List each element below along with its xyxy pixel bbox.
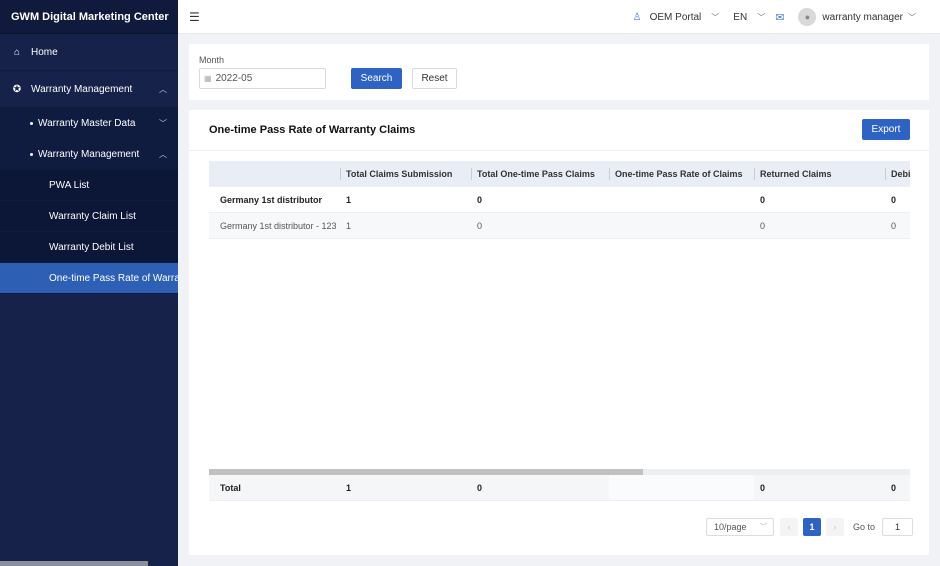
data-table: Total Claims Submission Total One-time P… — [209, 161, 910, 239]
sidebar-item-warranty-management[interactable]: ✪ Warranty Management ︿ — [0, 71, 178, 108]
results-panel: One-time Pass Rate of Warranty Claims Ex… — [189, 110, 929, 555]
topbar: ☰ ♙ OEM Portal ﹀ EN ﹀ ✉ ● warranty manag… — [178, 0, 940, 34]
table-summary-row: Total 1 0 0 0 — [209, 475, 910, 501]
sidebar-item-label: Warranty Debit List — [49, 241, 134, 253]
sidebar-item-warranty-debit-list[interactable]: Warranty Debit List — [0, 232, 178, 263]
page-title: One-time Pass Rate of Warranty Claims — [209, 124, 416, 136]
page-size-select[interactable]: 10/page ﹀ — [706, 518, 774, 536]
table-cell — [609, 187, 754, 212]
app-title: GWM Digital Marketing Center — [0, 0, 178, 34]
sidebar-scrollbar[interactable] — [0, 561, 148, 566]
menu-toggle-icon[interactable]: ☰ — [189, 10, 200, 24]
circle-settings-icon: ✪ — [12, 83, 22, 95]
mail-icon[interactable]: ✉ — [775, 11, 784, 24]
summary-cell: 0 — [891, 482, 897, 493]
sidebar-item-label: PWA List — [49, 179, 90, 191]
sidebar-item-pwa-list[interactable]: PWA List — [0, 170, 178, 201]
chevron-down-icon: ﹀ — [159, 118, 167, 128]
portal-switcher[interactable]: ♙ OEM Portal ﹀ — [633, 12, 720, 23]
search-button[interactable]: Search — [351, 68, 402, 89]
chevron-up-icon: ︿ — [159, 149, 167, 159]
divider — [189, 150, 929, 151]
pagination: 10/page ﹀ ‹ 1 › Go to 1 — [706, 518, 914, 536]
summary-cell: 0 — [760, 482, 766, 493]
sidebar-item-warranty-claim-list[interactable]: Warranty Claim List — [0, 201, 178, 232]
column-header[interactable]: Debit — [885, 161, 910, 186]
column-header[interactable]: One-time Pass Rate of Claims — [609, 161, 754, 186]
table-cell: 0 — [891, 220, 897, 231]
calendar-icon: ▦ — [204, 74, 212, 83]
column-header[interactable]: Total One-time Pass Claims — [471, 161, 609, 186]
sidebar-item-label: Warranty Claim List — [49, 210, 136, 222]
summary-cell — [609, 475, 754, 500]
bullet-icon — [30, 152, 33, 156]
table-cell: Germany 1st distributor - 123 — [220, 220, 337, 231]
chevron-up-icon: ︿ — [159, 84, 167, 94]
user-menu[interactable]: ● warranty manager ﹀ — [798, 8, 916, 26]
chevron-down-icon: ﹀ — [908, 12, 916, 22]
bullet-icon — [30, 121, 33, 125]
filter-panel: Month ▦ 2022-05 Search Reset — [189, 44, 929, 100]
chevron-down-icon: ﹀ — [711, 12, 720, 22]
table-header-row: Total Claims Submission Total One-time P… — [209, 161, 910, 187]
table-cell: 1 — [346, 194, 352, 205]
sidebar-item-home[interactable]: ⌂ Home — [0, 34, 178, 71]
reset-button[interactable]: Reset — [412, 68, 457, 89]
summary-cell: 0 — [477, 482, 483, 493]
home-icon: ⌂ — [13, 46, 21, 58]
next-page-button[interactable]: › — [826, 518, 844, 536]
sidebar-item-label: Warranty Master Data — [38, 117, 136, 129]
table-cell: Germany 1st distributor — [220, 194, 323, 205]
sidebar-item-label: Warranty Management — [38, 148, 140, 160]
page-size-value: 10/page — [714, 522, 747, 532]
person-icon: ♙ — [632, 11, 642, 23]
table-cell — [609, 213, 754, 238]
sidebar-item-warranty-master-data[interactable]: Warranty Master Data ﹀ — [0, 108, 178, 139]
avatar: ● — [798, 8, 817, 26]
month-value: 2022-05 — [215, 73, 253, 84]
summary-cell: Total — [220, 482, 241, 493]
sidebar-item-label: Warranty Management — [31, 83, 133, 95]
table-row[interactable]: Germany 1st distributor - 123 1 0 0 0 — [209, 213, 910, 239]
prev-page-button[interactable]: ‹ — [780, 518, 798, 536]
goto-label: Go to — [853, 522, 876, 532]
table-row[interactable]: Germany 1st distributor 1 0 0 0 — [209, 187, 910, 213]
user-name: warranty manager — [822, 11, 903, 23]
language-switcher[interactable]: EN ﹀ — [733, 12, 765, 23]
topbar-right: ♙ OEM Portal ﹀ EN ﹀ ✉ ● warranty manager… — [619, 0, 916, 34]
column-header[interactable]: Total Claims Submission — [340, 161, 471, 186]
goto-page-input[interactable]: 1 — [882, 518, 914, 536]
sidebar-item-label: One-time Pass Rate of Warranty Claims — [49, 272, 178, 284]
sidebar-item-one-time-pass-rate[interactable]: One-time Pass Rate of Warranty Claims — [0, 263, 178, 294]
sidebar-item-warranty-management-sub[interactable]: Warranty Management ︿ — [0, 139, 178, 170]
sidebar: GWM Digital Marketing Center ⌂ Home ✪ Wa… — [0, 0, 178, 566]
table-cell: 0 — [760, 194, 766, 205]
page-number-current[interactable]: 1 — [803, 518, 821, 536]
summary-cell: 1 — [346, 482, 352, 493]
column-header[interactable] — [209, 161, 340, 186]
language-label: EN — [733, 11, 748, 23]
table-cell: 0 — [760, 220, 766, 231]
portal-label: OEM Portal — [649, 11, 702, 23]
month-picker[interactable]: ▦ 2022-05 — [199, 68, 326, 89]
export-button[interactable]: Export — [862, 119, 910, 140]
chevron-down-icon: ﹀ — [760, 524, 767, 531]
table-cell: 0 — [477, 194, 483, 205]
month-label: Month — [199, 55, 225, 65]
table-cell: 0 — [891, 194, 897, 205]
chevron-down-icon: ﹀ — [757, 12, 766, 22]
column-header[interactable]: Returned Claims — [754, 161, 885, 186]
table-cell: 1 — [346, 220, 352, 231]
table-cell: 0 — [477, 220, 483, 231]
sidebar-item-label: Home — [31, 46, 58, 58]
